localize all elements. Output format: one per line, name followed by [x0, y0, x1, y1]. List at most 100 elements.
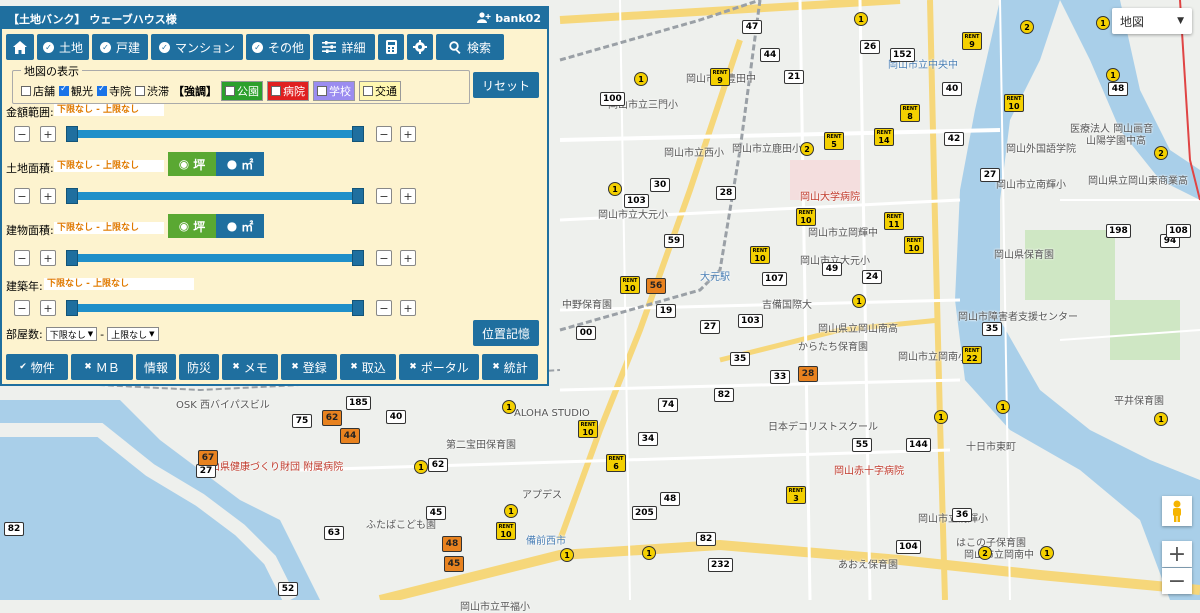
property-marker[interactable]: 47: [742, 20, 762, 34]
year-max-minus-button[interactable]: −: [376, 300, 392, 316]
property-marker[interactable]: 44: [340, 428, 360, 444]
property-marker[interactable]: 1: [642, 546, 656, 560]
reset-button[interactable]: リセット: [473, 72, 539, 98]
bottom-button[interactable]: ✖ 取込: [340, 354, 396, 380]
property-marker[interactable]: RENT 10: [796, 208, 816, 226]
bottom-button[interactable]: ✖ 登録: [281, 354, 337, 380]
property-marker[interactable]: 1: [854, 12, 868, 26]
property-marker[interactable]: RENT 5: [824, 132, 844, 150]
property-marker[interactable]: 56: [646, 278, 666, 294]
price-min-minus-button[interactable]: −: [14, 126, 30, 142]
property-marker[interactable]: RENT 8: [900, 104, 920, 122]
property-marker[interactable]: 40: [386, 410, 406, 424]
other-button[interactable]: ✓ その他: [246, 34, 310, 60]
mansion-button[interactable]: ✓ マンション: [151, 34, 243, 60]
property-marker[interactable]: 26: [860, 40, 880, 54]
land-area-slider[interactable]: − + − +: [14, 188, 418, 204]
property-marker[interactable]: RENT 10: [578, 420, 598, 438]
rooms-max-select[interactable]: 上限なし ▼: [107, 327, 159, 341]
property-marker[interactable]: 1: [852, 294, 866, 308]
property-marker[interactable]: 33: [770, 370, 790, 384]
year-min-plus-button[interactable]: +: [40, 300, 56, 316]
property-marker[interactable]: 82: [714, 388, 734, 402]
property-marker[interactable]: 35: [730, 352, 750, 366]
map-type-select[interactable]: 地図 ▼: [1112, 8, 1192, 34]
rooms-min-select[interactable]: 下限なし ▼: [45, 327, 98, 341]
building-unit-sqm[interactable]: ● ㎡: [216, 214, 264, 238]
property-marker[interactable]: 205: [632, 506, 657, 520]
property-marker[interactable]: 144: [906, 438, 931, 452]
bottom-button[interactable]: ✖ メモ: [222, 354, 278, 380]
layer-option[interactable]: 店舗: [21, 83, 55, 99]
land-button[interactable]: ✓ 土地: [37, 34, 89, 60]
property-marker[interactable]: 103: [738, 314, 763, 328]
property-marker[interactable]: RENT 22: [962, 346, 982, 364]
price-slider[interactable]: − + − +: [14, 126, 418, 142]
property-marker[interactable]: 108: [1166, 224, 1191, 238]
property-marker[interactable]: 104: [896, 540, 921, 554]
property-marker[interactable]: 24: [862, 270, 882, 284]
property-marker[interactable]: RENT 3: [786, 486, 806, 504]
property-marker[interactable]: 40: [942, 82, 962, 96]
property-marker[interactable]: 1: [634, 72, 648, 86]
property-marker[interactable]: 30: [650, 178, 670, 192]
user-menu[interactable]: bank02: [477, 11, 541, 26]
property-marker[interactable]: 2: [800, 142, 814, 156]
property-marker[interactable]: RENT 10: [750, 246, 770, 264]
building-area-slider[interactable]: − + − +: [14, 250, 418, 266]
property-marker[interactable]: 36: [952, 508, 972, 522]
land-unit-toggle[interactable]: ◉ 坪 ● ㎡: [168, 152, 264, 176]
property-marker[interactable]: 198: [1106, 224, 1131, 238]
emphasis-option[interactable]: 公園: [221, 81, 263, 101]
building-max-handle[interactable]: [352, 250, 364, 266]
price-max-plus-button[interactable]: +: [400, 126, 416, 142]
property-marker[interactable]: 21: [784, 70, 804, 84]
property-marker[interactable]: 48: [442, 536, 462, 552]
emphasis-checkbox[interactable]: [271, 86, 281, 96]
land-slider-track[interactable]: [66, 188, 364, 204]
building-unit-toggle[interactable]: ◉ 坪 ● ㎡: [168, 214, 264, 238]
calculator-button[interactable]: [378, 34, 404, 60]
property-marker[interactable]: 62: [322, 410, 342, 426]
property-marker[interactable]: 62: [428, 458, 448, 472]
price-slider-track[interactable]: [66, 126, 364, 142]
property-marker[interactable]: RENT 10: [496, 522, 516, 540]
property-marker[interactable]: 42: [944, 132, 964, 146]
property-marker[interactable]: 52: [278, 582, 298, 596]
property-marker[interactable]: 1: [1154, 412, 1168, 426]
property-marker[interactable]: 27: [700, 320, 720, 334]
property-marker[interactable]: 27: [980, 168, 1000, 182]
property-marker[interactable]: 82: [4, 522, 24, 536]
layer-option[interactable]: 寺院: [97, 83, 131, 99]
property-marker[interactable]: 1: [560, 548, 574, 562]
property-marker[interactable]: 35: [982, 322, 1002, 336]
bottom-button[interactable]: ✖ ＭＢ: [71, 354, 133, 380]
land-min-plus-button[interactable]: +: [40, 188, 56, 204]
property-marker[interactable]: 1: [608, 182, 622, 196]
land-unit-tsubo[interactable]: ◉ 坪: [168, 152, 216, 176]
property-marker[interactable]: 55: [852, 438, 872, 452]
property-marker[interactable]: 44: [760, 48, 780, 62]
street-view-pegman-icon[interactable]: [1162, 496, 1192, 526]
year-slider-track[interactable]: [66, 300, 364, 316]
layer-checkbox[interactable]: [135, 86, 145, 96]
detail-button[interactable]: 詳細: [313, 34, 375, 60]
year-min-handle[interactable]: [66, 300, 78, 316]
property-marker[interactable]: RENT 10: [620, 276, 640, 294]
bottom-button[interactable]: 情報: [136, 354, 176, 380]
settings-button[interactable]: [407, 34, 433, 60]
property-marker[interactable]: 48: [660, 492, 680, 506]
property-marker[interactable]: 2: [1020, 20, 1034, 34]
building-unit-tsubo[interactable]: ◉ 坪: [168, 214, 216, 238]
layer-checkbox[interactable]: [21, 86, 31, 96]
year-max-plus-button[interactable]: +: [400, 300, 416, 316]
property-marker[interactable]: 63: [324, 526, 344, 540]
bottom-button[interactable]: 防災: [179, 354, 219, 380]
zoom-in-button[interactable]: +: [1162, 541, 1192, 567]
property-marker[interactable]: 1: [502, 400, 516, 414]
price-min-plus-button[interactable]: +: [40, 126, 56, 142]
land-min-minus-button[interactable]: −: [14, 188, 30, 204]
property-marker[interactable]: 28: [798, 366, 818, 382]
layer-checkbox[interactable]: [97, 84, 107, 96]
property-marker[interactable]: RENT 6: [606, 454, 626, 472]
